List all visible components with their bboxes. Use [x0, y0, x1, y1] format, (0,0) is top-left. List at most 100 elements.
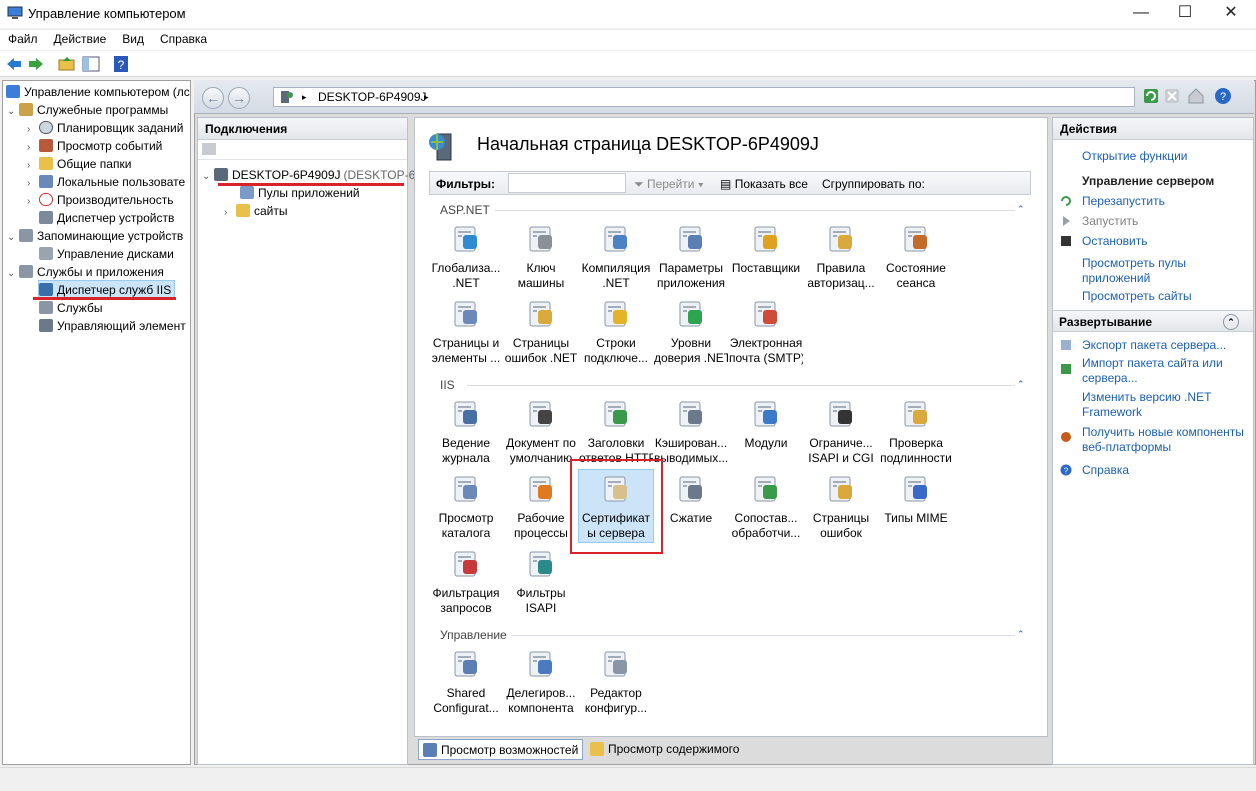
feature-delegation[interactable]: Делегиров... компонента [504, 645, 578, 717]
menu-help[interactable]: Справка [152, 30, 215, 46]
feature-connection-string[interactable]: Строки подключе... [579, 295, 653, 367]
feature-error-page[interactable]: Страницы ошибок .NET [504, 295, 578, 367]
action-stop[interactable]: Остановить [1082, 234, 1148, 249]
collapse-group-icon[interactable]: ⌃ [1017, 204, 1025, 215]
feature-directory-browsing[interactable]: Просмотр каталога [429, 470, 503, 542]
sites-node[interactable]: › сайты [224, 202, 288, 220]
feature-request-filtering[interactable]: Фильтрация запросов [429, 545, 503, 617]
feature-key[interactable]: Ключ машины [504, 220, 578, 292]
feature-user-session[interactable]: Состояние сеанса [879, 220, 953, 292]
connection-server-node[interactable]: ⌄ DESKTOP-6P4909J (DESKTOP-6P... [202, 166, 432, 184]
collapse-arrow-icon[interactable]: ⌄ [7, 229, 19, 247]
feature-page-controls[interactable]: Страницы и элементы ... [429, 295, 503, 367]
tab-features-view[interactable]: Просмотр возможностей [418, 739, 584, 760]
nav-forward-button[interactable]: → [228, 87, 250, 109]
action-change-net-version[interactable]: Изменить версию .NET Framework [1082, 390, 1250, 420]
menu-file[interactable]: Файл [0, 30, 46, 46]
help-circle-icon[interactable]: ? [1214, 87, 1232, 105]
feature-modules[interactable]: Модули [729, 395, 803, 467]
feature-http-headers[interactable]: Заголовки ответов HTTP [579, 395, 653, 467]
action-export-package[interactable]: Экспорт пакета сервера... [1082, 338, 1250, 353]
tree-item-disk-management[interactable]: Управление дисками [39, 245, 174, 263]
action-get-components[interactable]: Получить новые компоненты веб-платформы [1082, 425, 1250, 455]
action-import-package[interactable]: Импорт пакета сайта или сервера... [1082, 356, 1250, 386]
feature-email[interactable]: Электронная почта (SMTP) [729, 295, 803, 367]
services-apps-icon [19, 265, 33, 278]
feature-authentication[interactable]: Проверка подлинности [879, 395, 953, 467]
feature-isapi-cgi[interactable]: Ограниче... ISAPI и CGI [804, 395, 878, 467]
feature-label: Страницы [512, 336, 570, 350]
forward-arrow-icon[interactable] [27, 56, 45, 72]
clock-icon [39, 121, 53, 134]
feature-shared-config[interactable]: Shared Configurat... [429, 645, 503, 717]
feature-mime-types[interactable]: Типы MIME [879, 470, 953, 542]
collapse-section-icon[interactable]: ⌃ [1223, 314, 1239, 330]
maximize-button[interactable]: ☐ [1162, 0, 1208, 28]
tree-item-shared-folders[interactable]: › Общие папки [27, 155, 131, 173]
collapse-arrow-icon[interactable]: ⌄ [202, 168, 214, 186]
feature-label: Shared [446, 686, 486, 700]
feature-default-document[interactable]: Документ по умолчанию [504, 395, 578, 467]
collapse-group-icon[interactable]: ⌃ [1017, 629, 1025, 640]
home-icon[interactable] [1187, 87, 1205, 105]
tree-item-services-apps[interactable]: ⌄ Службы и приложения [7, 263, 164, 281]
feature-handler-mappings[interactable]: Сопостав... обработчи... [729, 470, 803, 542]
expand-arrow-icon[interactable]: › [224, 204, 236, 222]
filter-input[interactable] [508, 173, 626, 193]
computer-management-icon [7, 6, 23, 19]
feature-trust[interactable]: Уровни доверия .NET [654, 295, 728, 367]
feature-compression[interactable]: Сжатие [654, 470, 728, 542]
feature-config-editor[interactable]: Редактор конфигур... [579, 645, 653, 717]
feature-globe[interactable]: Глобализа... .NET [429, 220, 503, 292]
tree-item-event-viewer[interactable]: › Просмотр событий [27, 137, 162, 155]
tree-item-storage[interactable]: ⌄ Запоминающие устройств [7, 227, 183, 245]
action-start[interactable]: Запустить [1082, 214, 1138, 229]
feature-output-cache[interactable]: Кэширован... выводимых... [654, 395, 728, 467]
collapse-group-icon[interactable]: ⌃ [1017, 379, 1025, 390]
menu-action[interactable]: Действие [46, 30, 115, 46]
tree-item-services[interactable]: Службы [39, 299, 102, 317]
help-icon[interactable]: ? [112, 56, 130, 72]
action-view-app-pools[interactable]: Просмотреть пулы приложений [1082, 256, 1247, 286]
minimize-button[interactable]: — [1118, 0, 1164, 28]
tree-item-performance[interactable]: › Производительность [27, 191, 173, 209]
menu-view[interactable]: Вид [114, 30, 152, 46]
group-by-label[interactable]: Сгруппировать по: [822, 177, 925, 191]
address-path[interactable]: ▸ DESKTOP-6P4909J ▸ [273, 87, 1135, 107]
go-button[interactable]: ⏷ Перейти ▾ [634, 177, 704, 192]
tree-item-wmi-control[interactable]: Управляющий элемент [39, 317, 186, 335]
expand-arrow-icon[interactable]: › [27, 193, 39, 211]
tree-item-task-scheduler[interactable]: › Планировщик заданий [27, 119, 183, 137]
action-restart[interactable]: Перезапустить [1082, 194, 1165, 209]
stop-icon[interactable] [1164, 88, 1180, 104]
action-view-sites[interactable]: Просмотреть сайты [1082, 289, 1192, 304]
feature-users-db[interactable]: Поставщики [729, 220, 803, 292]
tree-item-local-users[interactable]: › Локальные пользовате [27, 173, 185, 191]
close-button[interactable]: ✕ [1208, 0, 1254, 28]
crumb-server[interactable]: DESKTOP-6P4909J [318, 90, 427, 104]
tree-root[interactable]: Управление компьютером (лс [6, 83, 190, 101]
feature-lock-document[interactable]: Правила авторизац... [804, 220, 878, 292]
feature-error-pages[interactable]: Страницы ошибок [804, 470, 878, 542]
show-all-button[interactable]: ▤ Показать все [720, 177, 808, 191]
nav-back-button[interactable]: ← [202, 87, 224, 109]
feature-label: Параметры [659, 261, 723, 275]
connect-icon[interactable] [202, 143, 216, 155]
action-open-feature[interactable]: Открытие функции [1082, 149, 1187, 164]
up-folder-icon[interactable] [58, 56, 76, 72]
feature-worker-process[interactable]: Рабочие процессы [504, 470, 578, 542]
refresh-icon[interactable] [1143, 88, 1159, 104]
tab-content-view[interactable]: Просмотр содержимого [586, 739, 743, 760]
show-hide-tree-icon[interactable] [82, 56, 100, 72]
tree-item-device-manager[interactable]: Диспетчер устройств [39, 209, 174, 227]
collapse-arrow-icon[interactable]: ⌄ [7, 265, 19, 283]
feature-stack[interactable]: Компиляция .NET [579, 220, 653, 292]
collapse-arrow-icon[interactable]: ⌄ [7, 103, 19, 121]
feature-settings-list[interactable]: Параметры приложения [654, 220, 728, 292]
action-help[interactable]: Справка [1082, 463, 1129, 478]
app-pools-node[interactable]: Пулы приложений [240, 184, 360, 202]
tree-item-utilities[interactable]: ⌄ Служебные программы [7, 101, 168, 119]
feature-log-book[interactable]: Ведение журнала [429, 395, 503, 467]
feature-isapi-filters[interactable]: Фильтры ISAPI [504, 545, 578, 617]
back-arrow-icon[interactable] [5, 56, 23, 72]
